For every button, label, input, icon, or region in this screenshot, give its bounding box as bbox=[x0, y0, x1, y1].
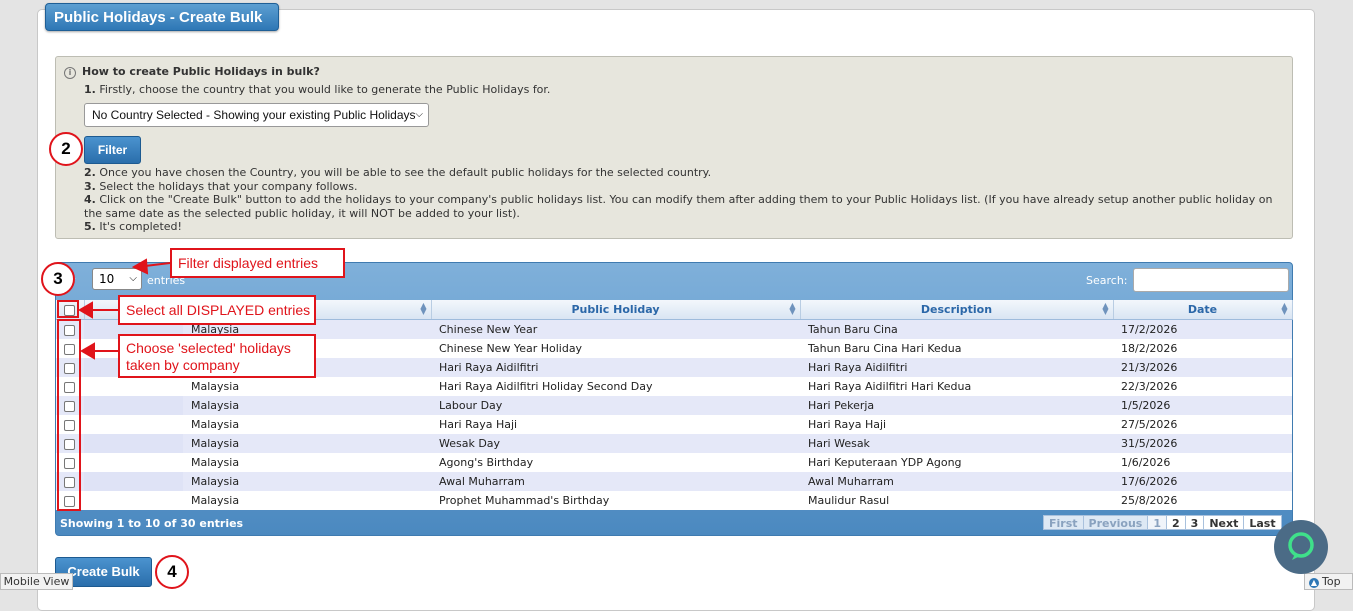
annotation-arrows bbox=[78, 258, 171, 360]
